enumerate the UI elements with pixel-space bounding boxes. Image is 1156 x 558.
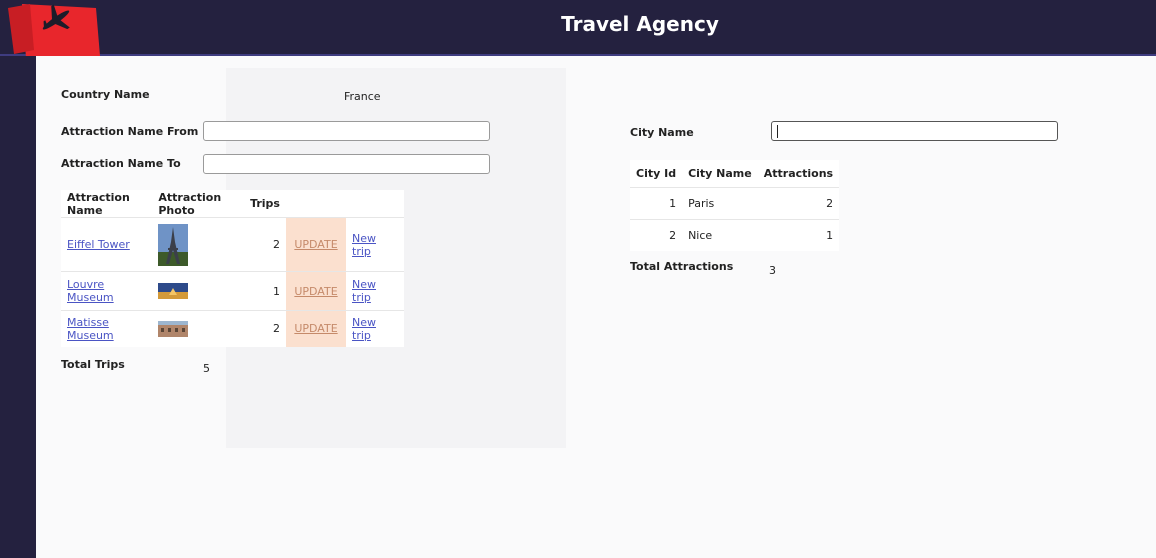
attraction-name-from-input[interactable] [203,121,490,141]
total-trips-value: 5 [203,362,210,375]
city-name: Paris [682,187,758,220]
country-name-value: France [344,90,381,103]
city-name-input[interactable] [771,121,1058,141]
attractions-grid: Attraction Name Attraction Photo Trips E… [61,190,404,347]
table-row: Eiffel Tower 2 UPDATE New trip [61,217,404,272]
table-row: Matisse Museum 2 UPDATE New trip [61,310,404,347]
trips-count: 2 [244,310,286,347]
eiffel-tower-photo [158,223,189,266]
new-trip-link[interactable]: New trip [352,232,376,258]
table-row: Louvre Museum 1 UPDATE New trip [61,271,404,311]
trips-count: 1 [244,271,286,311]
table-row[interactable]: 2 Nice 1 [630,219,840,251]
app-title: Travel Agency [561,12,719,36]
airplane-logo-icon[interactable] [0,0,110,58]
new-trip-link[interactable]: New trip [352,316,376,342]
total-attractions-label: Total Attractions [630,260,734,273]
attraction-name-link[interactable]: Louvre Museum [67,278,114,304]
column-header-attractions[interactable]: Attractions [758,160,839,188]
update-link[interactable]: UPDATE [286,271,346,311]
louvre-museum-photo [158,283,189,299]
attractions-count: 2 [757,187,840,220]
country-name-label: Country Name [61,88,150,101]
column-header-city-id[interactable]: City Id [630,160,682,188]
new-trip-link[interactable]: New trip [352,278,376,304]
city-name: Nice [682,219,758,251]
city-id: 2 [630,219,683,251]
column-header-attraction-name[interactable]: Attraction Name [61,190,152,218]
attraction-name-to-label: Attraction Name To [61,157,181,170]
attractions-count: 1 [757,219,840,251]
app-header: Travel Agency [0,0,1156,56]
table-row[interactable]: 1 Paris 2 [630,187,840,220]
left-rail [0,56,36,558]
attraction-name-from-label: Attraction Name From [61,125,199,138]
total-trips-label: Total Trips [61,358,125,371]
attraction-name-link[interactable]: Eiffel Tower [67,238,130,251]
trips-count: 2 [244,217,286,272]
column-header-city-name[interactable]: City Name [682,160,758,188]
cities-grid: City Id City Name Attractions 1 Paris 2 … [630,160,840,251]
text-cursor [777,125,778,138]
matisse-museum-photo [158,320,189,337]
main-content: Country Name France Attraction Name From… [36,56,1156,558]
attraction-name-to-input[interactable] [203,154,490,174]
update-link[interactable]: UPDATE [286,310,346,347]
column-header-attraction-photo[interactable]: Attraction Photo [152,190,244,218]
city-name-label: City Name [630,126,694,139]
total-attractions-value: 3 [769,264,776,277]
city-id: 1 [630,187,683,220]
column-header-trips[interactable]: Trips [244,190,286,218]
attraction-name-link[interactable]: Matisse Museum [67,316,114,342]
update-link[interactable]: UPDATE [286,217,346,272]
